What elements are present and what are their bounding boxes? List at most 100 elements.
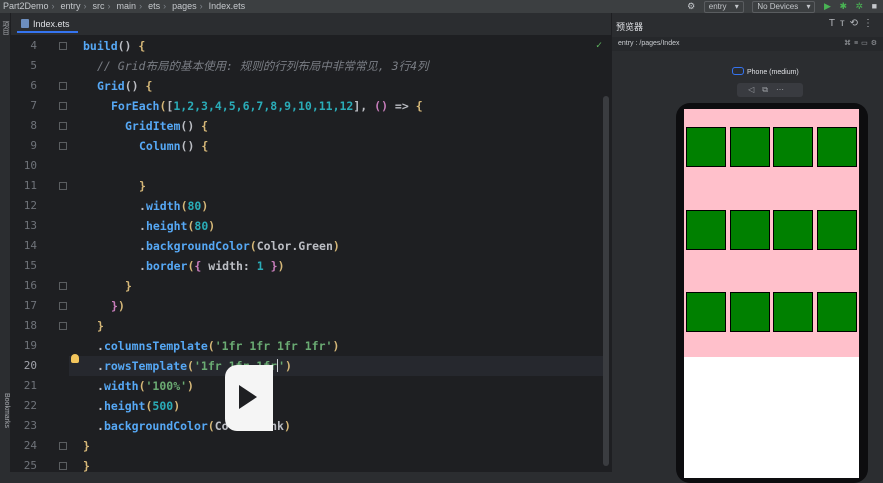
grid-item <box>685 292 726 333</box>
fold-marker[interactable] <box>59 282 67 290</box>
code-line[interactable]: }) <box>111 296 125 316</box>
editor-scrollbar[interactable] <box>603 96 609 466</box>
code-editor[interactable]: 4 5 6 7 8 9 10 11 12 13 14 15 16 17 18 19 20 21 22 23 24 25 b… <box>11 36 611 472</box>
code-line[interactable]: Column() { <box>139 136 208 156</box>
line-number: 23 <box>23 419 37 432</box>
tok-width: width <box>103 379 139 393</box>
debug-icon[interactable]: ✱ <box>839 0 847 13</box>
fold-marker[interactable] <box>59 462 67 470</box>
navigation-bar: Part2Demo › entry › src › main › ets › pages › Index… <box>0 0 883 13</box>
grid-item <box>729 292 770 333</box>
line-gutter: 4 5 6 7 8 9 10 11 12 13 14 15 16 17 18 19 20 21 22 23 24 25 <box>11 36 67 472</box>
settings-icon[interactable]: ⚙ <box>687 0 695 13</box>
line-number: 13 <box>23 219 37 232</box>
intention-bulb-icon[interactable] <box>71 354 79 363</box>
device-name: Phone (medium) <box>747 69 799 76</box>
code-comment: // Grid布局的基本使用: 规则的行列布局中非常常见, 3行4列 <box>97 59 429 73</box>
line-number: 6 <box>30 79 37 92</box>
device-control-buttons: ◁⧉⋯ <box>737 83 803 97</box>
breadcrumb-ets[interactable]: ets <box>148 0 160 13</box>
breadcrumb-src[interactable]: src <box>93 0 105 13</box>
back-icon[interactable]: ◁ <box>748 85 762 94</box>
multi-device-icon[interactable]: ▭ <box>861 40 871 47</box>
rotate-icon[interactable]: ⧉ <box>762 85 776 94</box>
fold-marker[interactable] <box>59 142 67 150</box>
attach-debugger-icon[interactable]: ✲ <box>856 0 864 13</box>
refresh-icon[interactable]: ⟲ <box>850 18 863 29</box>
fold-marker[interactable] <box>59 442 67 450</box>
fold-marker[interactable] <box>59 42 67 50</box>
code-line[interactable]: .width('100%') <box>97 376 194 396</box>
run-config-dropdown[interactable]: entry ▾ <box>703 1 744 13</box>
breadcrumb-main[interactable]: main <box>117 0 137 13</box>
code-line[interactable]: .height(500) <box>97 396 180 416</box>
settings-icon[interactable]: ⚙ <box>871 40 880 47</box>
tok-80: 80 <box>194 219 209 233</box>
tab-index-ets[interactable]: Index.ets <box>17 16 78 33</box>
device-dropdown[interactable]: No Devices ▾ <box>752 1 816 13</box>
code-line[interactable]: .backgroundColor(Color.Green) <box>139 236 340 256</box>
fold-marker[interactable] <box>59 302 67 310</box>
line-number: 4 <box>30 39 37 52</box>
breadcrumb-module[interactable]: entry <box>61 0 81 13</box>
code-line[interactable]: } <box>139 176 146 196</box>
previewer-path[interactable]: entry : /pages/Index <box>618 38 679 50</box>
device-selector[interactable]: Phone (medium) <box>732 67 799 76</box>
line-number: 14 <box>23 239 37 252</box>
breadcrumb-separator: › <box>139 1 143 11</box>
code-line[interactable]: } <box>125 276 132 296</box>
code-line[interactable]: // Grid布局的基本使用: 规则的行列布局中非常常见, 3行4列 <box>97 56 429 76</box>
fold-marker[interactable] <box>59 102 67 110</box>
stop-icon[interactable]: ■ <box>872 0 877 13</box>
line-number: 12 <box>23 199 37 212</box>
line-number: 19 <box>23 339 37 352</box>
code-line[interactable]: ForEach([1,2,3,4,5,6,7,8,9,10,11,12], ()… <box>111 96 423 116</box>
code-line[interactable]: .width(80) <box>139 196 208 216</box>
code-line[interactable]: .border({ width: 1 }) <box>139 256 285 276</box>
line-number: 10 <box>23 159 37 172</box>
project-tool-button[interactable]: 项目 <box>0 21 10 35</box>
more-icon[interactable]: ⋮ <box>863 18 878 29</box>
code-line[interactable]: GridItem() { <box>125 116 208 136</box>
code-line[interactable]: } <box>83 436 90 456</box>
device-toggle-icon[interactable] <box>732 67 744 75</box>
code-line[interactable]: build() { <box>83 36 145 56</box>
video-play-button[interactable] <box>225 365 273 431</box>
run-icon[interactable]: ▶ <box>824 0 831 13</box>
toolbar-right: ⚙ entry ▾ No Devices ▾ ▶ ✱ ✲ ■ <box>687 0 883 13</box>
tok-bgc: backgroundColor <box>145 239 250 253</box>
inspection-ok-icon: ✓ <box>596 40 603 51</box>
tok-1: 1 <box>256 259 264 273</box>
code-line[interactable]: Grid() { <box>97 76 152 96</box>
previewer-panel: 预览器 Tт⟲⋮ entry : /pages/Index ⌘≡▭⚙ Phone… <box>611 13 883 483</box>
tok-rows-quote: ' <box>278 359 285 373</box>
inspector-icon[interactable]: ⌘ <box>844 40 854 47</box>
code-line[interactable]: .rowsTemplate('1fr 1fr 1fr') <box>69 356 605 376</box>
bookmarks-tool-button[interactable]: Bookmarks <box>0 393 10 428</box>
grid-item <box>685 127 726 167</box>
breadcrumb-separator: › <box>107 1 111 11</box>
code-line[interactable]: .columnsTemplate('1fr 1fr 1fr 1fr') <box>97 336 339 356</box>
editor-tabs: Index.ets <box>11 13 611 36</box>
breadcrumb-pages[interactable]: pages <box>172 0 197 13</box>
code-line[interactable]: } <box>83 456 90 472</box>
code-line[interactable]: } <box>97 316 104 336</box>
grid-container <box>684 109 859 357</box>
breadcrumb-file[interactable]: Index.ets <box>209 0 246 13</box>
code-line[interactable]: .height(80) <box>139 216 215 236</box>
tab-label: Index.ets <box>33 19 70 29</box>
tok-columns-template: columnsTemplate <box>103 339 208 353</box>
line-number: 11 <box>23 179 37 192</box>
fold-marker[interactable] <box>59 322 67 330</box>
font-size-icon[interactable]: Tт <box>829 18 850 29</box>
breadcrumb-project[interactable]: Part2Demo <box>3 0 49 13</box>
more-icon[interactable]: ⋯ <box>776 85 792 94</box>
fold-marker[interactable] <box>59 82 67 90</box>
fold-marker[interactable] <box>59 122 67 130</box>
tool-window-stripe: 项目 Bookmarks <box>0 13 11 472</box>
line-number: 22 <box>23 399 37 412</box>
line-number: 25 <box>23 459 37 472</box>
line-number: 15 <box>23 259 37 272</box>
fold-marker[interactable] <box>59 182 67 190</box>
line-number: 8 <box>30 119 37 132</box>
